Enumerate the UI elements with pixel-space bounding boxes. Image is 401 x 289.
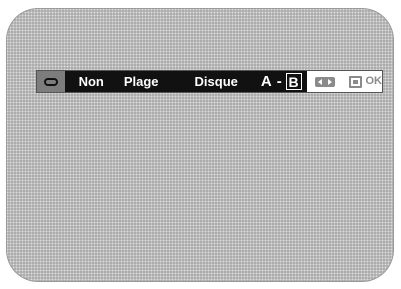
repeat-menu-bar: Non Plage Disque A - B OK [36, 70, 383, 93]
left-right-arrows-icon [314, 76, 335, 87]
option-ab-b[interactable]: B [285, 73, 302, 90]
option-ab-a[interactable]: A [261, 71, 272, 92]
navigation-hint: OK [306, 71, 383, 92]
enter-icon [348, 75, 362, 88]
repeat-mode-indicator [37, 71, 65, 92]
option-ab-dash: - [276, 73, 282, 90]
repeat-icon [43, 77, 58, 86]
option-plage[interactable]: Plage [124, 71, 159, 92]
option-disque[interactable]: Disque [195, 71, 238, 92]
tv-screen: Non Plage Disque A - B OK [6, 8, 394, 282]
ok-label: OK [365, 75, 383, 87]
option-non[interactable]: Non [79, 71, 104, 92]
